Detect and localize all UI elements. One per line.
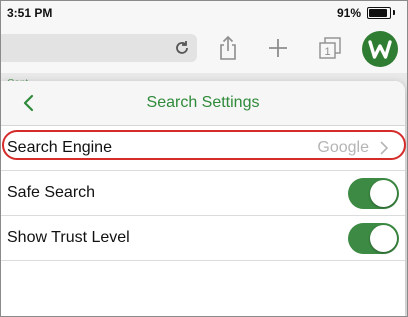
browser-toolbar: 1 (1, 25, 407, 73)
status-bar: 3:51 PM 91% (1, 1, 407, 25)
battery-percentage: 91% (336, 6, 361, 20)
search-engine-value: Google (317, 139, 369, 156)
extension-logo-button[interactable] (362, 31, 398, 67)
panel-title: Search Settings (146, 94, 260, 111)
battery-icon (367, 7, 395, 19)
trust-level-label: Show Trust Level (7, 229, 130, 246)
safe-search-label: Safe Search (7, 184, 96, 201)
trust-level-toggle[interactable] (348, 223, 399, 254)
address-bar[interactable] (1, 34, 197, 62)
search-engine-label: Search Engine (7, 139, 112, 156)
svg-text:1: 1 (324, 46, 330, 58)
trust-level-row: Show Trust Level (1, 216, 405, 261)
tabs-icon[interactable]: 1 (316, 34, 344, 62)
new-tab-icon[interactable] (264, 34, 292, 62)
w-logo-icon (368, 40, 392, 59)
panel-header: Search Settings (1, 81, 405, 126)
safe-search-row: Safe Search (1, 171, 405, 216)
screen-frame: 3:51 PM 91% 1 Cont (0, 0, 408, 317)
reload-icon[interactable] (173, 39, 191, 57)
search-engine-row[interactable]: Search Engine Google (1, 126, 405, 171)
status-time: 3:51 PM (7, 6, 53, 20)
search-settings-panel: Search Settings Search Engine Google Saf… (1, 81, 405, 316)
share-icon[interactable] (214, 34, 242, 62)
safe-search-toggle[interactable] (348, 178, 399, 209)
chevron-right-icon (380, 141, 389, 155)
